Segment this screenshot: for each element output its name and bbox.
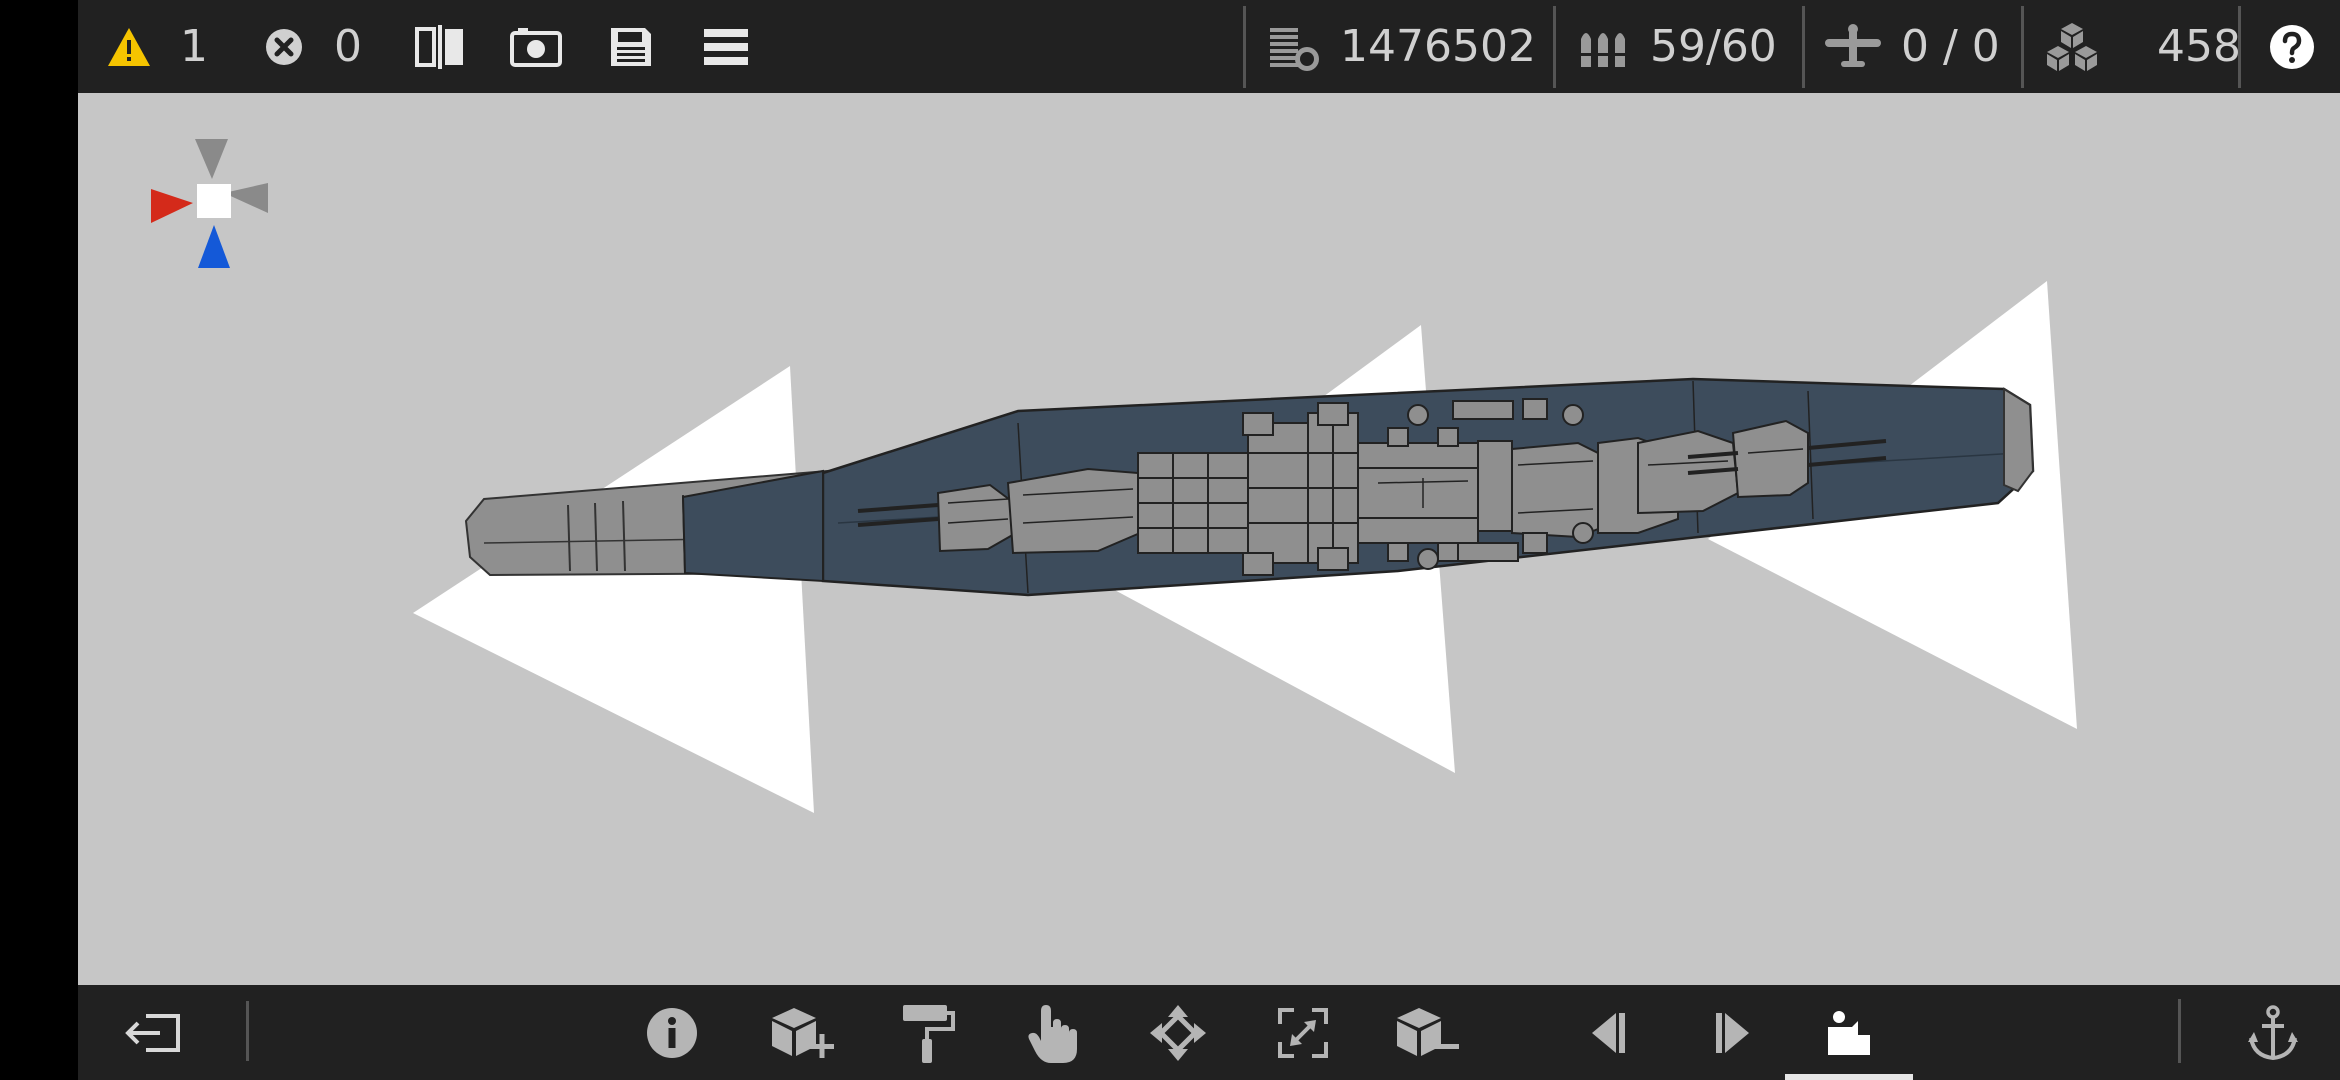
previous-button[interactable] [1563, 985, 1653, 1080]
move-button[interactable] [1133, 985, 1223, 1080]
ammo-indicator: 59/60 [1578, 0, 1777, 93]
previous-icon [1592, 1012, 1625, 1053]
ammo-icon [1580, 32, 1628, 67]
warnings-indicator[interactable]: 1 [106, 0, 208, 93]
parts-indicator: 458 [2043, 0, 2241, 93]
errors-count: 0 [334, 21, 362, 72]
add-block-button[interactable] [758, 985, 848, 1080]
resize-icon [1278, 1007, 1328, 1058]
errors-indicator[interactable]: 0 [264, 0, 362, 93]
save-icon [611, 27, 651, 66]
coins-icon [1270, 27, 1319, 71]
help-button[interactable] [2268, 0, 2316, 93]
remove-block-button[interactable] [1383, 985, 1473, 1080]
camera-icon [510, 27, 562, 67]
save-button[interactable] [608, 0, 654, 93]
menu-button[interactable] [704, 0, 748, 93]
exit-button[interactable] [108, 985, 198, 1080]
info-button[interactable] [627, 985, 717, 1080]
toolbar-divider [2021, 6, 2024, 88]
parts-value: 458 [2157, 21, 2241, 72]
select-button[interactable] [1008, 985, 1098, 1080]
parts-tool-button[interactable] [1785, 985, 1913, 1080]
exit-icon [125, 1013, 180, 1052]
move-arrows-icon [1150, 1004, 1206, 1061]
cost-indicator: 1476502 [1268, 0, 1536, 93]
mirror-icon [415, 24, 463, 69]
aircraft-icon [1825, 23, 1881, 67]
next-icon [1716, 1012, 1749, 1053]
toolbar-divider [1553, 6, 1556, 88]
warning-icon [108, 27, 150, 66]
top-toolbar: 1 0 1476502 59/60 0 / 0 458 [78, 0, 2340, 93]
remove-block-icon [1397, 1007, 1459, 1056]
parts-tool-icon [1828, 1010, 1870, 1055]
toolbar-divider [246, 1001, 249, 1061]
blocks-icon [2047, 22, 2097, 71]
toolbar-divider [2238, 6, 2241, 88]
anchor-icon [2248, 1004, 2298, 1060]
info-icon [647, 1007, 697, 1058]
orientation-gizmo[interactable] [151, 139, 268, 268]
aircraft-value: 0 / 0 [1901, 21, 2000, 72]
add-block-icon [772, 1007, 834, 1058]
bottom-toolbar [78, 985, 2340, 1080]
left-edge-bar [0, 0, 78, 1080]
paint-roller-icon [903, 1004, 955, 1063]
menu-icon [704, 28, 748, 65]
hand-pointer-icon [1028, 1004, 1077, 1063]
toolbar-divider [1243, 6, 1246, 88]
paint-button[interactable] [883, 985, 973, 1080]
toolbar-divider [1802, 6, 1805, 88]
help-icon [2270, 24, 2314, 69]
next-button[interactable] [1688, 985, 1778, 1080]
resize-button[interactable] [1258, 985, 1348, 1080]
camera-button[interactable] [510, 0, 562, 93]
ship-scene [151, 139, 2077, 813]
aircraft-indicator: 0 / 0 [1823, 0, 2000, 93]
direction-arrow [413, 366, 814, 813]
mirror-button[interactable] [414, 0, 466, 93]
error-icon [266, 28, 302, 65]
toolbar-divider [2178, 999, 2181, 1063]
build-viewport[interactable] [78, 93, 2340, 985]
ammo-value: 59/60 [1650, 21, 1777, 72]
warnings-count: 1 [180, 21, 208, 72]
anchor-button[interactable] [2228, 985, 2318, 1080]
cost-value: 1476502 [1340, 21, 1536, 72]
active-tool-underline [1785, 1074, 1913, 1080]
